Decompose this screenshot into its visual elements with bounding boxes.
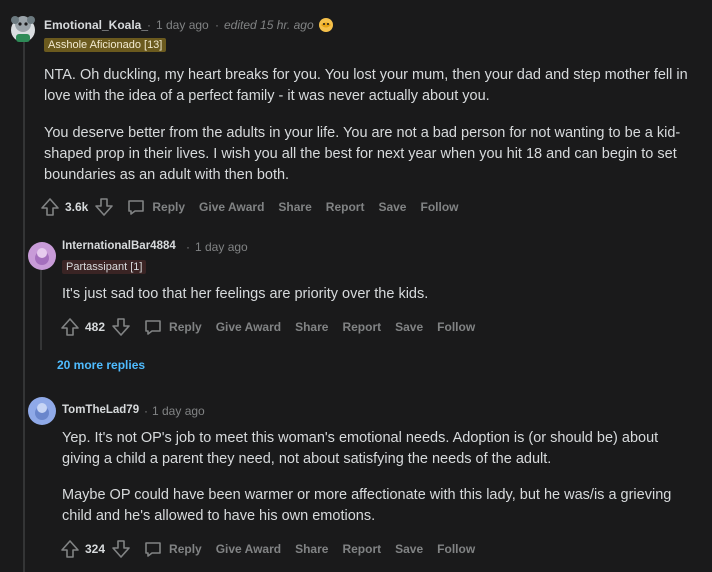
report-button[interactable]: Report [342, 320, 381, 334]
vote-count: 324 [85, 542, 106, 556]
follow-button[interactable]: Follow [437, 320, 475, 334]
more-replies-link[interactable]: 20 more replies [57, 358, 145, 372]
comment-icon [145, 320, 161, 335]
reply-label: Reply [152, 200, 186, 214]
user-flair: Partassipant [1] [62, 260, 147, 274]
follow-button[interactable]: Follow [437, 542, 475, 556]
save-button[interactable]: Save [395, 320, 423, 334]
avatar[interactable] [6, 12, 40, 46]
save-button[interactable]: Save [395, 542, 423, 556]
thread-line-reply[interactable] [40, 270, 42, 350]
comment-paragraph: Yep. It's not OP's job to meet this woma… [62, 430, 659, 467]
comment-icon [128, 200, 145, 215]
reply-button[interactable]: Reply [126, 197, 185, 217]
comment-paragraph: You deserve better from the adults in yo… [44, 125, 681, 183]
downvote-icon[interactable] [111, 539, 131, 559]
share-button[interactable]: Share [295, 320, 328, 334]
username[interactable]: InternationalBar4884 [62, 240, 176, 252]
share-button[interactable]: Share [278, 200, 311, 214]
comment-paragraph: NTA. Oh duckling, my heart breaks for yo… [44, 67, 688, 104]
timestamp[interactable]: 1 day ago [195, 240, 248, 254]
vote-count: 3.6k [65, 200, 89, 214]
username[interactable]: TomTheLad79 [62, 404, 139, 416]
save-button[interactable]: Save [378, 200, 406, 214]
avatar[interactable] [28, 397, 56, 425]
comment-actions: 482 Reply Give Award Share Report Save F… [60, 315, 489, 339]
user-flair: Asshole Aficionado [13] [44, 38, 167, 52]
edited-timestamp: edited 15 hr. ago [224, 18, 314, 32]
give-award-button[interactable]: Give Award [216, 320, 281, 334]
vote-group: 482 [60, 317, 131, 337]
reply-label: Reply [169, 320, 202, 334]
separator: · [144, 404, 148, 418]
follow-button[interactable]: Follow [420, 200, 458, 214]
username[interactable]: Emotional_Koala_ [44, 18, 148, 32]
upvote-icon[interactable] [60, 539, 80, 559]
report-button[interactable]: Report [342, 542, 381, 556]
comment-paragraph: It's just sad too that her feelings are … [62, 286, 429, 302]
upvote-icon[interactable] [40, 197, 60, 217]
vote-group: 3.6k [40, 197, 114, 217]
timestamp[interactable]: 1 day ago [152, 404, 205, 418]
vote-group: 324 [60, 539, 131, 559]
reply-button[interactable]: Reply [143, 317, 202, 337]
give-award-button[interactable]: Give Award [216, 542, 281, 556]
share-button[interactable]: Share [295, 542, 328, 556]
award-icon[interactable] [318, 17, 334, 33]
give-award-button[interactable]: Give Award [199, 200, 264, 214]
downvote-icon[interactable] [94, 197, 114, 217]
comment-paragraph: Maybe OP could have been warmer or more … [62, 487, 672, 524]
separator: · [215, 18, 219, 32]
vote-count: 482 [85, 320, 106, 334]
comment-actions: 324 Reply Give Award Share Report Save F… [60, 537, 489, 561]
separator: · [147, 18, 151, 32]
downvote-icon[interactable] [111, 317, 131, 337]
reply-button[interactable]: Reply [143, 539, 202, 559]
timestamp[interactable]: 1 day ago [156, 18, 209, 32]
avatar[interactable] [28, 242, 56, 270]
reply-label: Reply [169, 542, 202, 556]
upvote-icon[interactable] [60, 317, 80, 337]
separator: · [186, 240, 190, 254]
report-button[interactable]: Report [326, 200, 365, 214]
thread-line-main[interactable] [23, 42, 25, 572]
comment-actions: 3.6k Reply Give Award Share Report Save … [40, 195, 472, 219]
comment-icon [145, 542, 161, 557]
